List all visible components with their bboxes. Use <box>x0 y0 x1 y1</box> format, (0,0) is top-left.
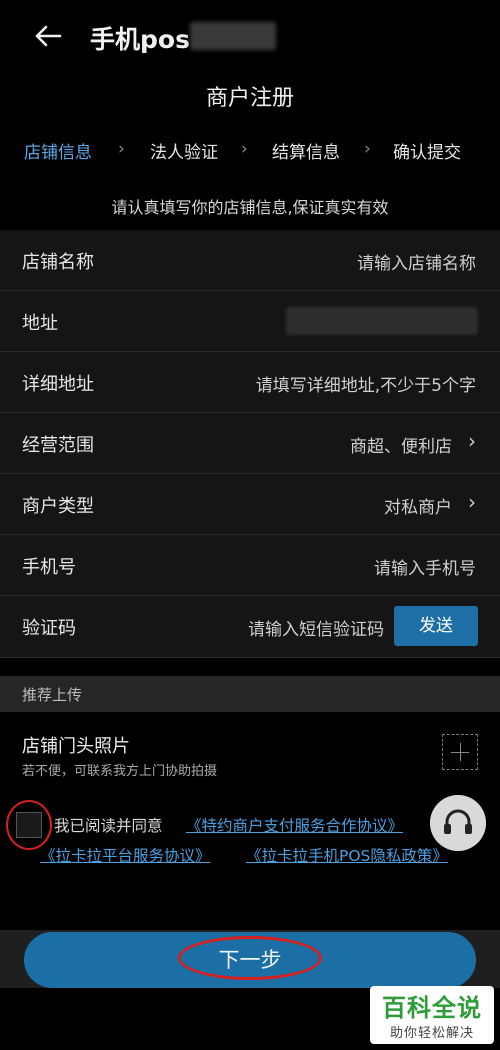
agreement-section: 我已阅读并同意 《特约商户支付服务合作协议》 《拉卡拉平台服务协议》 《拉卡拉手… <box>0 800 500 870</box>
phone-input[interactable]: 请输入手机号 <box>374 554 476 579</box>
business-scope-value[interactable]: 商超、便利店 <box>350 432 452 457</box>
send-code-button[interactable]: 发送 <box>394 606 478 646</box>
verification-code-row[interactable]: 验证码 请输入短信验证码 发送 <box>0 596 500 658</box>
step-indicator: 店铺信息 › 法人验证 › 结算信息 › 确认提交 <box>0 138 500 164</box>
chevron-right-icon: › <box>241 139 248 159</box>
phone-label: 手机号 <box>22 557 76 578</box>
chevron-right-icon[interactable]: › <box>468 490 476 514</box>
detail-address-input[interactable]: 请填写详细地址,不少于5个字 <box>256 371 476 396</box>
verification-code-label: 验证码 <box>22 618 76 639</box>
agree-checkbox[interactable] <box>16 812 42 838</box>
address-label: 地址 <box>22 313 58 334</box>
phone-row[interactable]: 手机号 请输入手机号 <box>0 535 500 596</box>
redacted-text <box>190 22 276 50</box>
step-settlement-info[interactable]: 结算信息 <box>272 138 340 163</box>
watermark-subtitle: 助你轻松解决 <box>389 1026 474 1041</box>
highlight-circle <box>178 936 322 980</box>
watermark-title: 百科全说 <box>382 994 482 1022</box>
top-bar: 手机pos <box>0 0 500 72</box>
step-confirm-submit[interactable]: 确认提交 <box>393 138 461 163</box>
agree-text: 我已阅读并同意 <box>54 817 163 835</box>
store-name-input[interactable]: 请输入店铺名称 <box>357 249 476 274</box>
storefront-photo-row: 店铺门头照片 若不便，可联系我方上门协助拍摄 <box>0 712 500 790</box>
merchant-type-value[interactable]: 对私商户 <box>384 493 452 518</box>
store-name-row[interactable]: 店铺名称 请输入店铺名称 <box>0 230 500 291</box>
add-photo-icon[interactable] <box>442 734 478 770</box>
merchant-type-row[interactable]: 商户类型 对私商户 › <box>0 474 500 535</box>
address-row[interactable]: 地址 <box>0 291 500 352</box>
step-store-info[interactable]: 店铺信息 <box>24 138 92 163</box>
section-title: 推荐上传 <box>22 686 83 704</box>
step-legal-verify[interactable]: 法人验证 <box>150 138 218 163</box>
detail-address-label: 详细地址 <box>22 374 94 395</box>
app-title: 手机pos <box>90 25 190 54</box>
verification-code-input[interactable]: 请输入短信验证码 <box>248 615 384 640</box>
chevron-right-icon[interactable]: › <box>468 429 476 453</box>
store-info-form: 店铺名称 请输入店铺名称 地址 详细地址 请填写详细地址,不少于5个字 经营范围… <box>0 230 500 658</box>
business-scope-row[interactable]: 经营范围 商超、便利店 › <box>0 413 500 474</box>
address-value-redacted[interactable] <box>286 307 478 335</box>
headset-icon[interactable] <box>430 795 486 851</box>
merchant-type-label: 商户类型 <box>22 496 94 517</box>
photo-subtitle: 若不便，可联系我方上门协助拍摄 <box>22 764 218 779</box>
watermark-logo: 百科全说 助你轻松解决 <box>370 986 494 1044</box>
privacy-policy-link[interactable]: 《拉卡拉手机POS隐私政策》 <box>246 844 448 866</box>
business-scope-label: 经营范围 <box>22 435 94 456</box>
section-header: 推荐上传 <box>0 676 500 712</box>
detail-address-row[interactable]: 详细地址 请填写详细地址,不少于5个字 <box>0 352 500 413</box>
photo-title: 店铺门头照片 <box>22 736 130 757</box>
chevron-right-icon: › <box>364 139 371 159</box>
page-title: 商户注册 <box>205 86 294 111</box>
chevron-right-icon: › <box>118 139 125 159</box>
platform-service-agreement-link[interactable]: 《拉卡拉平台服务协议》 <box>40 844 211 866</box>
merchant-payment-agreement-link[interactable]: 《特约商户支付服务合作协议》 <box>186 814 403 836</box>
back-arrow-icon[interactable] <box>30 18 66 54</box>
form-hint: 请认真填写你的店铺信息,保证真实有效 <box>111 198 389 217</box>
store-name-label: 店铺名称 <box>22 252 94 273</box>
